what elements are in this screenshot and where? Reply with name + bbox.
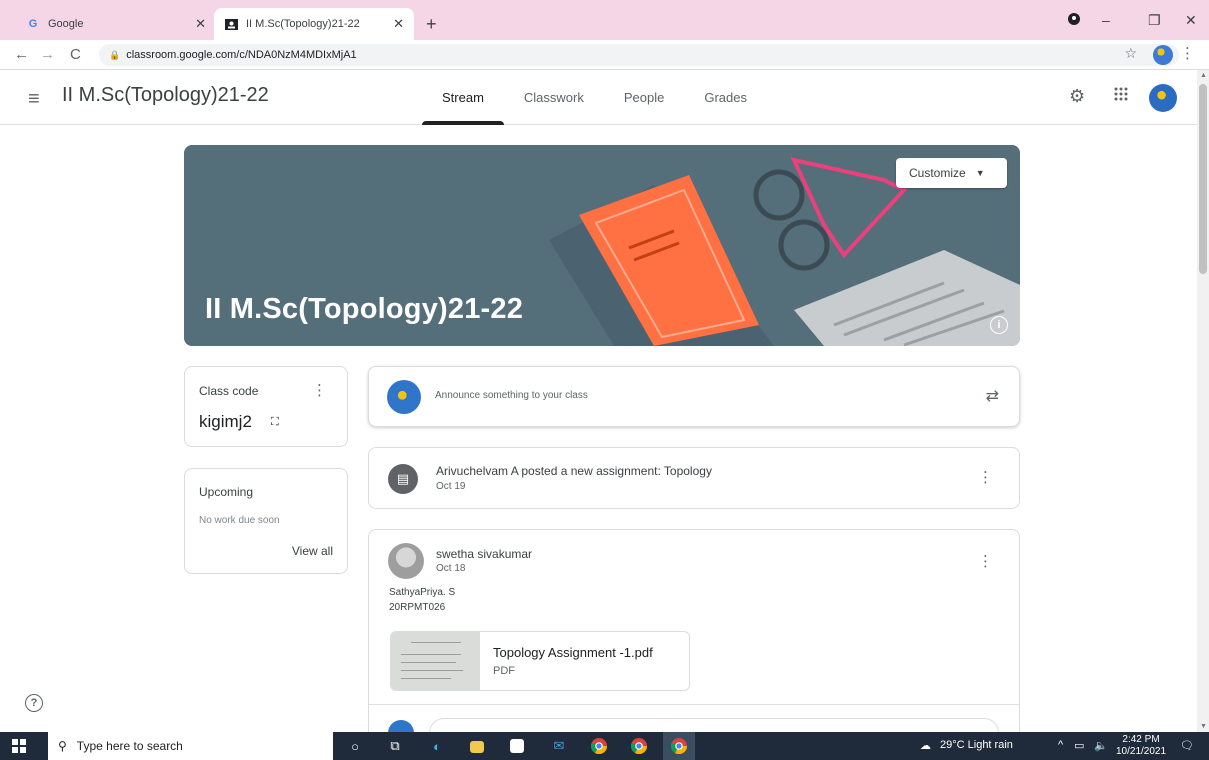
weather-cloud-icon[interactable]: ☁ bbox=[920, 739, 931, 752]
store-icon[interactable] bbox=[510, 739, 524, 753]
clock-time: 2:42 PM bbox=[1122, 734, 1160, 745]
class-nav-tabs: Stream Classwork People Grades bbox=[422, 70, 767, 125]
class-title[interactable]: II M.Sc(Topology)21-22 bbox=[62, 84, 269, 107]
class-code-label: Class code bbox=[199, 384, 259, 398]
restore-window-icon[interactable]: ❐ bbox=[1148, 12, 1161, 29]
clock-date: 10/21/2021 bbox=[1116, 746, 1167, 757]
close-tab-icon[interactable]: ✕ bbox=[195, 16, 206, 32]
new-tab-button[interactable]: + bbox=[426, 14, 437, 35]
customize-button[interactable]: Customize ▼ bbox=[896, 158, 1007, 188]
bookmark-star-icon[interactable]: ☆ bbox=[1124, 45, 1137, 62]
assignment-post[interactable]: ▤ Arivuchelvam A posted a new assignment… bbox=[368, 447, 1020, 509]
post-body-line: SathyaPriya. S bbox=[389, 587, 456, 598]
tab-grades[interactable]: Grades bbox=[684, 70, 767, 125]
tab-stream[interactable]: Stream bbox=[422, 70, 504, 125]
post-author: swetha sivakumar bbox=[436, 547, 533, 561]
scroll-up-icon[interactable]: ▲ bbox=[1200, 72, 1207, 79]
user-avatar bbox=[387, 380, 421, 414]
assignment-date: Oct 19 bbox=[436, 481, 466, 492]
close-window-icon[interactable]: ✕ bbox=[1185, 12, 1197, 29]
address-toolbar: ← → C 🔒 classroom.google.com/c/NDA0NzM4M… bbox=[0, 40, 1209, 70]
upcoming-empty-text: No work due soon bbox=[199, 515, 280, 526]
tab-classwork[interactable]: Classwork bbox=[504, 70, 604, 125]
chrome-profile-icon[interactable] bbox=[630, 737, 648, 755]
tab-title: II M.Sc(Topology)21-22 bbox=[246, 18, 360, 30]
volume-muted-icon[interactable]: 🔈 bbox=[1094, 739, 1108, 752]
view-all-link[interactable]: View all bbox=[292, 544, 333, 558]
customize-label: Customize bbox=[909, 166, 966, 180]
more-vert-icon[interactable]: ⋮ bbox=[312, 381, 327, 399]
attachment-thumbnail bbox=[391, 632, 480, 690]
weather-text[interactable]: 29°C Light rain bbox=[940, 739, 1013, 751]
attachment-name: Topology Assignment -1.pdf bbox=[493, 645, 653, 660]
help-icon[interactable]: ? bbox=[25, 694, 43, 712]
repost-icon[interactable]: ⇄ bbox=[986, 386, 999, 406]
browser-tab-classroom[interactable]: II M.Sc(Topology)21-22 ✕ bbox=[214, 8, 414, 40]
settings-gear-icon[interactable]: ⚙ bbox=[1069, 86, 1085, 107]
close-tab-icon[interactable]: ✕ bbox=[393, 16, 404, 32]
chrome-active-window-icon[interactable] bbox=[663, 732, 695, 760]
class-code-card: Class code ⋮ kigimj2 ⛶ bbox=[184, 366, 348, 447]
assignment-title[interactable]: Arivuchelvam A posted a new assignment: … bbox=[436, 464, 712, 478]
taskbar-clock[interactable]: 2:42 PM 10/21/2021 bbox=[1116, 734, 1166, 758]
tab-title: Google bbox=[48, 18, 84, 30]
url-bar[interactable]: 🔒 classroom.google.com/c/NDA0NzM4MDIxMjA… bbox=[99, 44, 1179, 66]
google-favicon-icon: G bbox=[28, 18, 38, 30]
scroll-down-icon[interactable]: ▼ bbox=[1200, 723, 1207, 730]
upcoming-title: Upcoming bbox=[199, 485, 254, 499]
notifications-icon[interactable]: 🗨 bbox=[1180, 739, 1194, 752]
taskbar-search-placeholder: Type here to search bbox=[76, 739, 183, 753]
divider bbox=[369, 704, 1019, 705]
banner-class-title: II M.Sc(Topology)21-22 bbox=[205, 293, 524, 325]
stream-post: swetha sivakumar Oct 18 ⋮ SathyaPriya. S… bbox=[368, 529, 1020, 749]
mail-icon[interactable]: ✉ bbox=[550, 737, 568, 755]
file-explorer-icon[interactable] bbox=[470, 741, 484, 753]
taskbar-search[interactable]: ⚲ Type here to search bbox=[48, 732, 333, 760]
class-banner: II M.Sc(Topology)21-22 Customize ▼ i bbox=[184, 145, 1020, 346]
forward-arrow-icon[interactable]: → bbox=[40, 46, 55, 63]
minimize-window-icon[interactable]: – bbox=[1102, 12, 1110, 28]
edge-icon[interactable]: ◐ bbox=[428, 737, 446, 755]
cortana-icon[interactable]: ○ bbox=[346, 737, 364, 755]
assignment-icon: ▤ bbox=[388, 464, 418, 494]
class-info-icon[interactable]: i bbox=[990, 316, 1008, 334]
class-code-value: kigimj2 bbox=[199, 412, 252, 431]
announce-box[interactable]: Announce something to your class ⇄ bbox=[368, 366, 1020, 427]
reload-icon[interactable]: C bbox=[70, 46, 81, 63]
post-date: Oct 18 bbox=[436, 563, 466, 574]
classroom-favicon-icon bbox=[224, 17, 238, 31]
chrome-icon[interactable] bbox=[590, 737, 608, 755]
more-vert-icon[interactable]: ⋮ bbox=[978, 468, 993, 486]
caret-down-icon: ▼ bbox=[975, 168, 985, 178]
hamburger-menu-icon[interactable]: ≡ bbox=[28, 88, 40, 111]
browser-tab-strip: G Google ✕ II M.Sc(Topology)21-22 ✕ + – … bbox=[0, 0, 1209, 40]
windows-taskbar: ⚲ Type here to search ○ ⧉ ◐ ✉ ☁ 29°C Lig… bbox=[0, 732, 1209, 760]
announce-placeholder[interactable]: Announce something to your class bbox=[435, 390, 588, 401]
network-icon[interactable]: ▭ bbox=[1074, 739, 1084, 752]
upcoming-card: Upcoming No work due soon View all bbox=[184, 468, 348, 574]
browser-menu-icon[interactable]: ⋮ bbox=[1180, 44, 1195, 62]
fullscreen-code-icon[interactable]: ⛶ bbox=[271, 416, 279, 429]
apps-grid-icon[interactable] bbox=[1114, 87, 1128, 106]
tab-people[interactable]: People bbox=[604, 70, 684, 125]
page-scrollbar[interactable]: ▲ ▼ bbox=[1197, 70, 1209, 732]
browser-profile-avatar[interactable] bbox=[1153, 45, 1173, 65]
browser-tab-google[interactable]: G Google ✕ bbox=[16, 8, 216, 40]
more-vert-icon[interactable]: ⋮ bbox=[978, 552, 993, 570]
attachment-type: PDF bbox=[493, 665, 515, 677]
search-icon: ⚲ bbox=[58, 739, 67, 753]
post-body-line: 20RPMT026 bbox=[389, 602, 446, 613]
url-text: classroom.google.com/c/NDA0NzM4MDIxMjA1 bbox=[126, 49, 357, 61]
lock-icon[interactable]: 🔒 bbox=[109, 50, 120, 61]
user-avatar[interactable] bbox=[1149, 84, 1177, 112]
tray-chevron-icon[interactable]: ^ bbox=[1058, 739, 1063, 751]
classroom-header: ≡ II M.Sc(Topology)21-22 Stream Classwor… bbox=[0, 70, 1197, 125]
task-view-icon[interactable]: ⧉ bbox=[386, 737, 404, 755]
pdf-attachment[interactable]: Topology Assignment -1.pdf PDF bbox=[390, 631, 690, 691]
back-arrow-icon[interactable]: ← bbox=[14, 46, 29, 63]
author-avatar bbox=[388, 543, 424, 579]
windows-start-icon[interactable] bbox=[12, 739, 26, 753]
profile-indicator-icon[interactable] bbox=[1068, 12, 1080, 28]
scrollbar-thumb[interactable] bbox=[1199, 84, 1207, 274]
